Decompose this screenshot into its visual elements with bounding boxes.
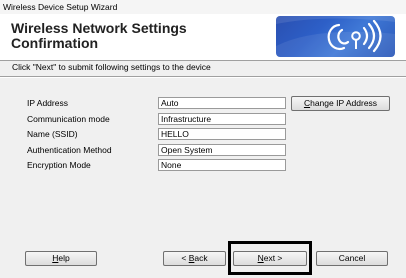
change-ip-address-button[interactable]: Change IP Address [291,96,390,111]
page-title: Wireless Network Settings Confirmation [11,21,251,51]
setting-value: None [158,159,286,171]
change-ip-label: hange IP Address [310,98,378,108]
setting-row-ip-address: IP Address Auto [27,97,287,109]
help-button[interactable]: Help [25,251,97,266]
window-titlebar: Wireless Device Setup Wizard [0,0,406,14]
wireless-logo-icon [276,16,395,57]
setting-row-encryption-mode: Encryption Mode None [27,159,287,171]
setting-value: Infrastructure [158,113,286,125]
page-title-line2: Confirmation [11,35,99,51]
next-button-highlight [228,241,312,275]
help-label: elp [58,253,70,263]
setting-row-ssid: Name (SSID) HELLO [27,128,287,140]
setting-value: Open System [158,144,286,156]
setting-label: Name (SSID) [27,129,78,139]
setting-row-authentication-method: Authentication Method Open System [27,144,287,156]
header-divider [0,76,406,78]
setting-label: Communication mode [27,114,110,124]
back-label: ack [194,253,208,263]
cancel-button[interactable]: Cancel [316,251,388,266]
setting-label: Authentication Method [27,145,112,155]
setting-row-communication-mode: Communication mode Infrastructure [27,113,287,125]
window-title: Wireless Device Setup Wizard [3,2,118,12]
instruction-text: Click "Next" to submit following setting… [12,62,211,72]
setting-label: IP Address [27,98,68,108]
back-prefix: < [181,253,189,263]
setting-value: HELLO [158,128,286,140]
setting-value: Auto [158,97,286,109]
setting-label: Encryption Mode [27,160,91,170]
wizard-header: Wireless Network Settings Confirmation [0,14,406,61]
back-button[interactable]: < Back [163,251,226,266]
page-title-line1: Wireless Network Settings [11,20,187,36]
